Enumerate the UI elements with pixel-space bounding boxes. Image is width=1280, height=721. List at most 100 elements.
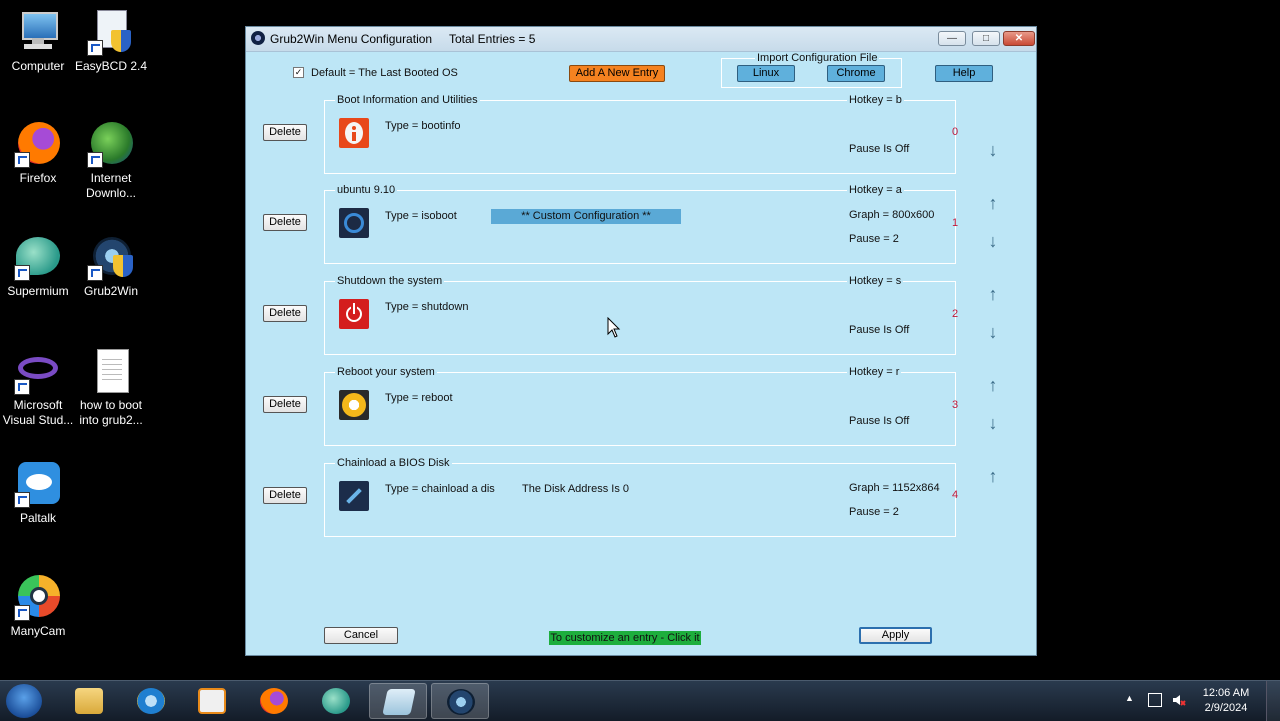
move-down-arrow-icon[interactable]: ↓ <box>986 323 1000 341</box>
taskbar-supermium[interactable] <box>307 683 365 719</box>
entry-title: Shutdown the system <box>335 275 445 287</box>
move-down-arrow-icon[interactable]: ↓ <box>986 141 1000 159</box>
delete-button[interactable]: Delete <box>263 214 307 231</box>
entry-type: Type = bootinfo <box>385 120 461 132</box>
desktop-icon-computer[interactable]: Computer <box>0 8 76 74</box>
maximize-button[interactable]: □ <box>972 31 1000 46</box>
computer-icon <box>14 8 62 56</box>
add-entry-button[interactable]: Add A New Entry <box>569 65 665 82</box>
folder-icon <box>75 688 103 714</box>
window-title: Grub2Win Menu Configuration <box>270 32 433 46</box>
entry-index: 3 <box>952 399 959 411</box>
apply-button[interactable]: Apply <box>859 627 932 644</box>
desktop-icon-grub2win[interactable]: Grub2Win <box>73 233 149 299</box>
close-button[interactable]: ✕ <box>1003 31 1035 46</box>
chrome-button[interactable]: Chrome <box>827 65 885 82</box>
supermium-icon <box>322 688 350 714</box>
start-button[interactable] <box>6 684 42 718</box>
desktop-icon-internet-download[interactable]: Internet Downlo... <box>73 120 149 201</box>
paltalk-icon <box>14 460 62 508</box>
desktop-icon-label: Paltalk <box>19 511 57 525</box>
clock-date: 2/9/2024 <box>1204 702 1248 714</box>
desktop-icon-label: ManyCam <box>10 624 66 638</box>
action-center-icon[interactable] <box>1148 693 1162 707</box>
delete-button[interactable]: Delete <box>263 124 307 141</box>
move-up-arrow-icon[interactable]: ↑ <box>986 285 1000 303</box>
total-entries: Total Entries = 5 <box>449 32 536 46</box>
entry-title: Reboot your system <box>335 366 437 378</box>
delete-button[interactable]: Delete <box>263 487 307 504</box>
taskbar-firefox[interactable] <box>245 683 303 719</box>
visual-studio-icon <box>14 347 62 395</box>
move-down-arrow-icon[interactable]: ↓ <box>986 232 1000 250</box>
minimize-button[interactable]: — <box>938 31 966 46</box>
entry-title: Chainload a BIOS Disk <box>335 457 452 469</box>
clock[interactable]: 12:06 AM 2/9/2024 <box>1196 686 1256 716</box>
app-icon <box>251 31 265 45</box>
taskbar-grub2win[interactable] <box>431 683 489 719</box>
taskbar-notepad[interactable] <box>369 683 427 719</box>
entry-hotkey: Hotkey = r <box>847 366 902 378</box>
entry-graph: Graph = 1152x864 <box>849 482 940 494</box>
desktop-icon-visual-studio[interactable]: Microsoft Visual Stud... <box>0 347 76 428</box>
desktop-icon-label: Supermium <box>7 284 69 298</box>
chainload-link-icon <box>339 481 369 511</box>
cancel-button[interactable]: Cancel <box>324 627 398 644</box>
entry-type: Type = reboot <box>385 392 453 404</box>
default-checkbox[interactable]: ✓ <box>293 67 304 78</box>
taskbar: ▲ 12:06 AM 2/9/2024 <box>0 680 1280 721</box>
menu-entry[interactable]: ubuntu 9.10 Hotkey = a Type = isoboot **… <box>324 184 956 264</box>
title-bar[interactable]: Grub2Win Menu Configuration Total Entrie… <box>246 27 1036 52</box>
entry-type: Type = shutdown <box>385 301 469 313</box>
entry-pause: Pause Is Off <box>849 143 910 155</box>
menu-entry[interactable]: Boot Information and Utilities Hotkey = … <box>324 94 956 174</box>
entry-index: 0 <box>952 126 959 138</box>
entry-hotkey: Hotkey = b <box>847 94 904 106</box>
menu-entry[interactable]: Reboot your system Hotkey = r Type = reb… <box>324 366 956 446</box>
taskbar-media-player[interactable] <box>183 683 241 719</box>
desktop-icon-text-file[interactable]: how to boot into grub2... <box>73 347 149 428</box>
show-desktop-button[interactable] <box>1266 681 1280 721</box>
move-down-arrow-icon[interactable]: ↓ <box>986 414 1000 432</box>
taskbar-ie[interactable] <box>122 683 180 719</box>
desktop-icon-label: Grub2Win <box>83 284 139 298</box>
entry-title: ubuntu 9.10 <box>335 184 398 196</box>
linux-button[interactable]: Linux <box>737 65 795 82</box>
import-config-label: Import Configuration File <box>755 52 880 64</box>
grub2win-window: Grub2Win Menu Configuration Total Entrie… <box>245 26 1037 656</box>
notepad-icon <box>382 689 416 715</box>
desktop-icon-supermium[interactable]: Supermium <box>0 233 76 299</box>
volume-muted-icon[interactable] <box>1172 693 1186 707</box>
supermium-icon <box>14 233 62 281</box>
reboot-icon <box>339 390 369 420</box>
desktop-icon-label: Internet Downlo... <box>85 171 137 200</box>
delete-button[interactable]: Delete <box>263 305 307 322</box>
desktop-icon-easybcd[interactable]: EasyBCD 2.4 <box>73 8 149 74</box>
move-up-arrow-icon[interactable]: ↑ <box>986 194 1000 212</box>
desktop-icon-paltalk[interactable]: Paltalk <box>0 460 76 526</box>
taskbar-explorer[interactable] <box>60 683 118 719</box>
help-button[interactable]: Help <box>935 65 993 82</box>
desktop-icon-label: Microsoft Visual Stud... <box>2 398 74 427</box>
mouse-cursor-icon <box>607 317 621 338</box>
text-file-icon <box>87 347 135 395</box>
entry-pause: Pause = 2 <box>849 233 899 245</box>
grub2win-icon <box>87 233 135 281</box>
firefox-icon <box>14 120 62 168</box>
desktop-icon-manycam[interactable]: ManyCam <box>0 573 76 639</box>
move-up-arrow-icon[interactable]: ↑ <box>986 376 1000 394</box>
entry-graph: Graph = 800x600 <box>849 209 935 221</box>
customize-tip: To customize an entry - Click it <box>549 631 701 645</box>
entry-index: 4 <box>952 489 959 501</box>
default-label: Default = The Last Booted OS <box>311 67 458 79</box>
menu-entry[interactable]: Shutdown the system Hotkey = s Type = sh… <box>324 275 956 355</box>
ubuntu-icon <box>339 208 369 238</box>
entry-pause: Pause Is Off <box>849 415 910 427</box>
entry-pause: Pause = 2 <box>849 506 899 518</box>
move-up-arrow-icon[interactable]: ↑ <box>986 467 1000 485</box>
tray-expand-icon[interactable]: ▲ <box>1125 693 1139 707</box>
desktop-icon-firefox[interactable]: Firefox <box>0 120 76 186</box>
delete-button[interactable]: Delete <box>263 396 307 413</box>
menu-entry[interactable]: Chainload a BIOS Disk Type = chainload a… <box>324 457 956 537</box>
firefox-icon <box>260 688 288 714</box>
